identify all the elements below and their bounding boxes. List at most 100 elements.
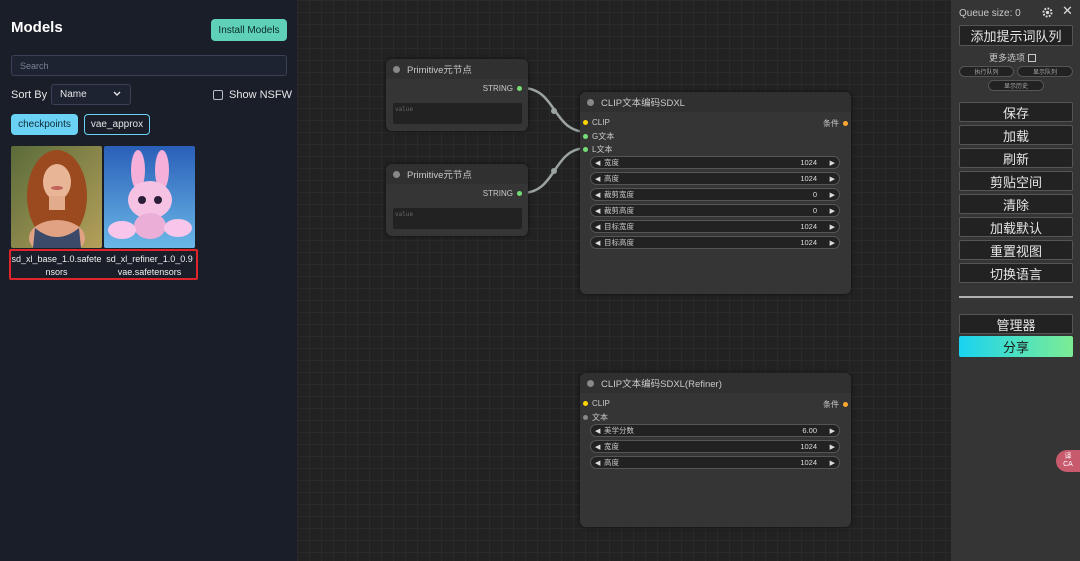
value-textarea[interactable]: value (393, 208, 522, 229)
clear-button[interactable]: 清除 (959, 194, 1073, 214)
clipspace-button[interactable]: 剪贴空间 (959, 171, 1073, 191)
view-history-button[interactable]: 显示历史 (988, 80, 1044, 91)
view-queue-button[interactable]: 显示队列 (1017, 66, 1073, 77)
widget-crop-width[interactable]: ◀ 裁剪宽度 0 ▶ (590, 188, 840, 201)
widget-height[interactable]: ◀ 高度 1024 ▶ (590, 456, 840, 469)
more-options-label: 更多选项 (989, 53, 1026, 63)
increment-arrow-icon[interactable]: ▶ (830, 207, 835, 215)
decrement-arrow-icon[interactable]: ◀ (595, 459, 600, 467)
widget-crop-height[interactable]: ◀ 裁剪高度 0 ▶ (590, 204, 840, 217)
share-button[interactable]: 分享 (959, 336, 1073, 357)
node-header[interactable]: CLIP文本编码SDXL(Refiner) (580, 373, 851, 393)
slot-dot-icon[interactable] (517, 86, 522, 91)
input-slot-l-text[interactable]: L文本 (583, 144, 612, 155)
more-options-checkbox[interactable] (1028, 53, 1037, 62)
collapse-dot-icon[interactable] (587, 379, 594, 387)
decrement-arrow-icon[interactable]: ◀ (595, 427, 600, 435)
refresh-button[interactable]: 刷新 (959, 148, 1073, 168)
slot-dot-icon[interactable] (583, 147, 588, 152)
slot-dot-icon[interactable] (843, 402, 848, 407)
widget-value[interactable]: 1024 (800, 222, 817, 231)
widget-width[interactable]: ◀ 宽度 1024 ▶ (590, 440, 840, 453)
increment-arrow-icon[interactable]: ▶ (830, 459, 835, 467)
output-slot-string[interactable]: STRING (483, 189, 522, 198)
node-header[interactable]: CLIP文本编码SDXL (580, 92, 851, 112)
clip-text-encode-sdxl-refiner-node[interactable]: CLIP文本编码SDXL(Refiner) CLIP 文本 条件 ◀ 美学分数 6.… (580, 373, 851, 527)
reset-view-button[interactable]: 重置视图 (959, 240, 1073, 260)
primitive-node[interactable]: Primitive元节点 STRING value (386, 164, 528, 236)
slot-dot-icon[interactable] (843, 121, 848, 126)
tag-checkpoints[interactable]: checkpoints (11, 114, 78, 135)
widget-value[interactable]: 1024 (800, 442, 817, 451)
translate-icon[interactable]: 译 CA (1056, 450, 1080, 472)
search-input[interactable] (11, 55, 287, 76)
decrement-arrow-icon[interactable]: ◀ (595, 159, 600, 167)
input-slot-g-text[interactable]: G文本 (583, 131, 614, 142)
widget-target-width[interactable]: ◀ 目标宽度 1024 ▶ (590, 220, 840, 233)
sort-select[interactable]: Name (51, 84, 131, 105)
node-header[interactable]: Primitive元节点 (386, 164, 528, 184)
increment-arrow-icon[interactable]: ▶ (830, 191, 835, 199)
widget-value[interactable]: 1024 (800, 174, 817, 183)
tag-vae-approx[interactable]: vae_approx (84, 114, 150, 135)
widget-label: 宽度 (604, 442, 619, 451)
input-slot-text[interactable]: 文本 (583, 412, 608, 423)
decrement-arrow-icon[interactable]: ◀ (595, 223, 600, 231)
sort-label: Sort By (11, 89, 48, 101)
output-slot-string[interactable]: STRING (483, 84, 522, 93)
nsfw-checkbox[interactable] (213, 90, 223, 100)
execute-queue-button[interactable]: 执行队列 (959, 66, 1014, 77)
slot-dot-icon[interactable] (583, 415, 588, 420)
output-slot-conditioning[interactable]: 条件 (823, 399, 848, 410)
collapse-dot-icon[interactable] (393, 170, 400, 178)
load-default-button[interactable]: 加载默认 (959, 217, 1073, 237)
collapse-dot-icon[interactable] (393, 65, 400, 73)
queue-prompt-button[interactable]: 添加提示词队列 (959, 25, 1073, 46)
node-canvas[interactable]: Primitive元节点 STRING value Primitive元节点 S… (297, 0, 951, 561)
widget-height[interactable]: ◀ 高度 1024 ▶ (590, 172, 840, 185)
slot-label: CLIP (592, 399, 610, 408)
decrement-arrow-icon[interactable]: ◀ (595, 207, 600, 215)
widget-width[interactable]: ◀ 宽度 1024 ▶ (590, 156, 840, 169)
widget-aesthetic-score[interactable]: ◀ 美学分数 6.00 ▶ (590, 424, 840, 437)
widget-value[interactable]: 1024 (800, 458, 817, 467)
increment-arrow-icon[interactable]: ▶ (830, 443, 835, 451)
show-nsfw-toggle[interactable]: Show NSFW (213, 89, 292, 101)
widget-value[interactable]: 1024 (800, 158, 817, 167)
node-header[interactable]: Primitive元节点 (386, 59, 528, 79)
decrement-arrow-icon[interactable]: ◀ (595, 239, 600, 247)
switch-language-button[interactable]: 切换语言 (959, 263, 1073, 283)
install-models-button[interactable]: Install Models (211, 19, 287, 41)
widget-value[interactable]: 0 (813, 190, 817, 199)
gear-icon[interactable] (1041, 6, 1054, 19)
decrement-arrow-icon[interactable]: ◀ (595, 443, 600, 451)
widget-target-height[interactable]: ◀ 目标高度 1024 ▶ (590, 236, 840, 249)
widget-value[interactable]: 0 (813, 206, 817, 215)
close-icon[interactable]: ✕ (1062, 3, 1073, 19)
slot-dot-icon[interactable] (583, 134, 588, 139)
more-options-toggle[interactable]: 更多选项 (989, 51, 1037, 64)
output-slot-conditioning[interactable]: 条件 (823, 118, 848, 129)
increment-arrow-icon[interactable]: ▶ (830, 223, 835, 231)
input-slot-clip[interactable]: CLIP (583, 399, 610, 408)
slot-dot-icon[interactable] (583, 401, 588, 406)
decrement-arrow-icon[interactable]: ◀ (595, 191, 600, 199)
widget-value[interactable]: 6.00 (802, 426, 817, 435)
increment-arrow-icon[interactable]: ▶ (830, 175, 835, 183)
widget-label: 目标宽度 (604, 222, 634, 231)
slot-dot-icon[interactable] (583, 120, 588, 125)
increment-arrow-icon[interactable]: ▶ (830, 239, 835, 247)
increment-arrow-icon[interactable]: ▶ (830, 427, 835, 435)
slot-dot-icon[interactable] (517, 191, 522, 196)
increment-arrow-icon[interactable]: ▶ (830, 159, 835, 167)
collapse-dot-icon[interactable] (587, 98, 594, 106)
decrement-arrow-icon[interactable]: ◀ (595, 175, 600, 183)
clip-text-encode-sdxl-node[interactable]: CLIP文本编码SDXL CLIP G文本 L文本 条件 ◀ 宽度 1024 ▶ ◀ 高… (580, 92, 851, 294)
primitive-node[interactable]: Primitive元节点 STRING value (386, 59, 528, 131)
input-slot-clip[interactable]: CLIP (583, 118, 610, 127)
save-button[interactable]: 保存 (959, 102, 1073, 122)
manager-button[interactable]: 管理器 (959, 314, 1073, 334)
load-button[interactable]: 加载 (959, 125, 1073, 145)
widget-value[interactable]: 1024 (800, 238, 817, 247)
value-textarea[interactable]: value (393, 103, 522, 124)
